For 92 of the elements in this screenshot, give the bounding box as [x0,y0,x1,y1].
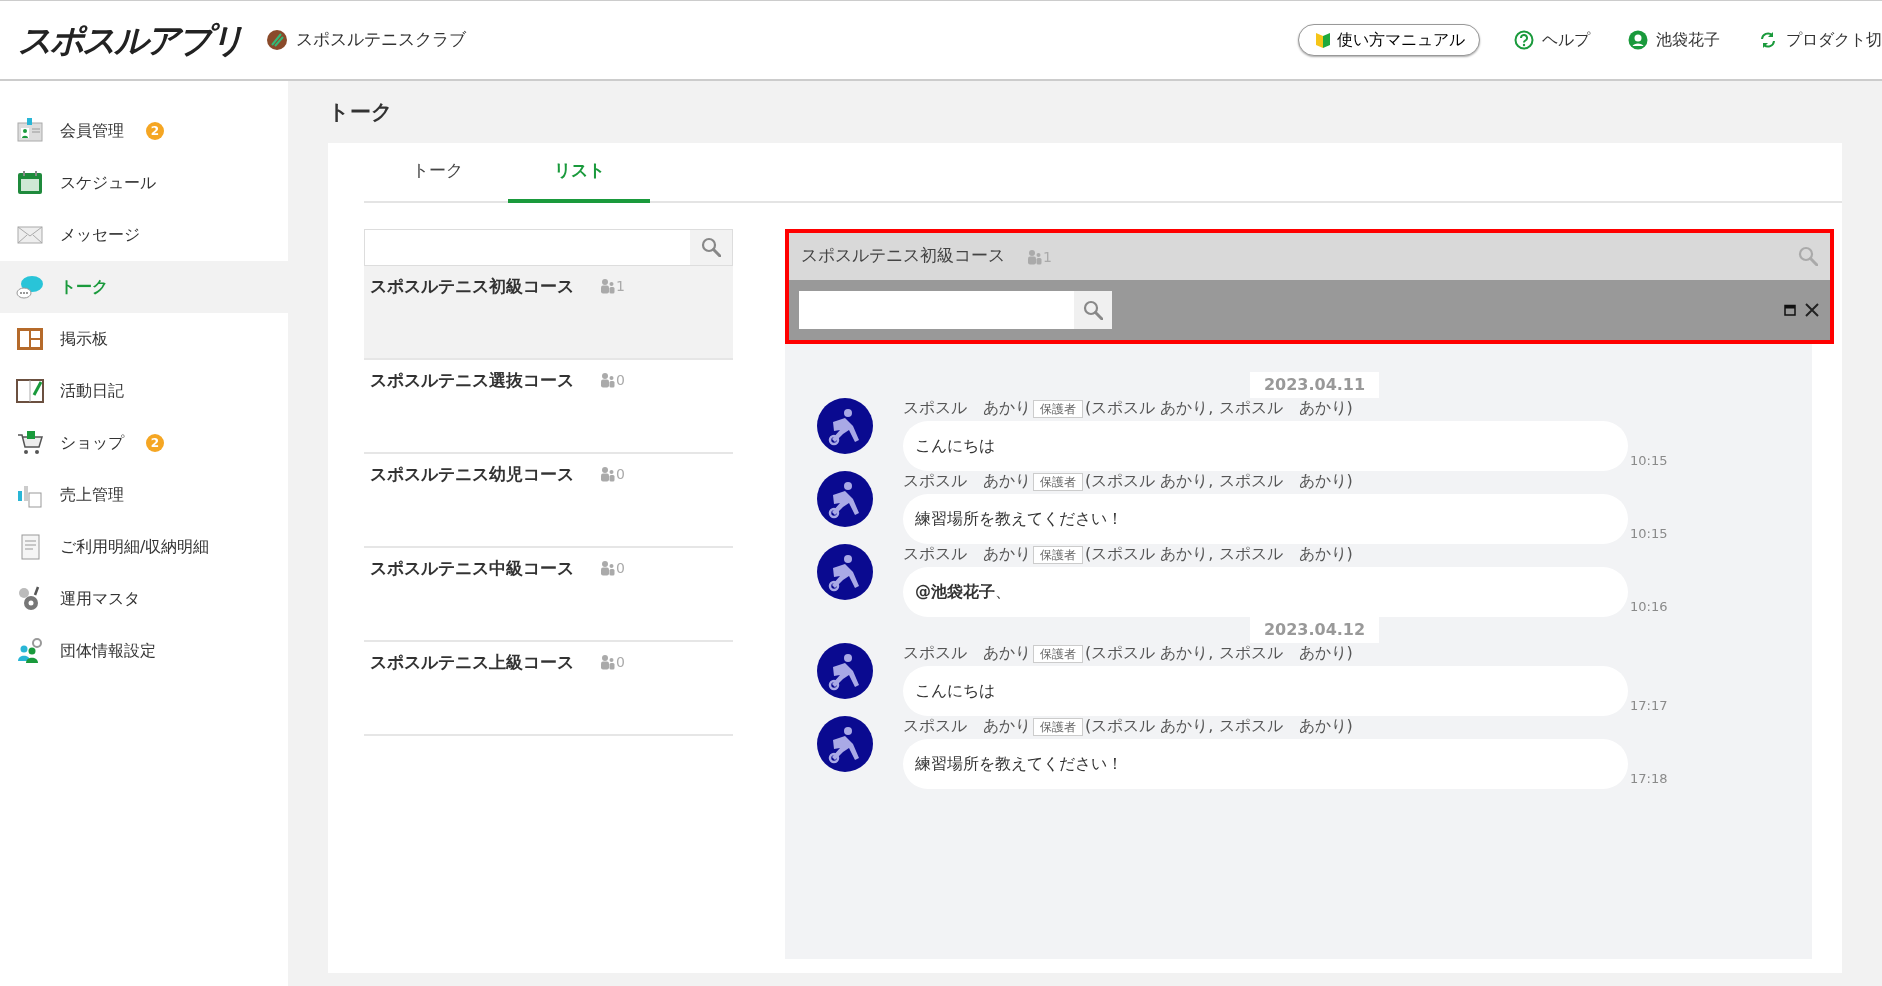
sidebar-item[interactable]: 運用マスタ [0,573,288,625]
role-tag: 保護者 [1033,717,1083,736]
search-button[interactable] [690,229,732,265]
search-icon [701,237,721,257]
sender-detail: (スポスル あかり, スポスル あかり) [1085,715,1353,735]
member-count: 0 [616,558,625,578]
message-time: 10:16 [1630,598,1668,616]
member-count: 0 [616,464,625,484]
tab[interactable]: トーク [366,142,508,203]
people-icon [600,372,615,388]
player-avatar-icon [817,397,873,454]
message-bubble: @池袋花子、 [903,566,1628,617]
player-avatar-icon [817,543,873,600]
product-switch-link[interactable]: プロダクト切 [1758,28,1882,52]
talk-list-item[interactable]: スポスルテニス選抜コース 0 [364,359,733,454]
sidebar-item[interactable]: メッセージ [0,209,288,261]
sidebar-item[interactable]: 掲示板 [0,313,288,365]
player-avatar-icon [817,715,873,772]
help-link[interactable]: ヘルプ [1514,28,1590,52]
user-menu[interactable]: 池袋花子 [1628,28,1720,52]
talk-list-item[interactable]: スポスルテニス幼児コース 0 [364,453,733,548]
beginner-mark-icon [1313,30,1333,50]
sidebar-item[interactable]: ご利用明細/収納明細 [0,521,288,573]
notebook-icon [16,377,44,405]
sender-name: スポスル あかり [903,470,1031,490]
search-icon [1798,246,1818,266]
sender-name: スポスル あかり [903,642,1031,662]
role-tag: 保護者 [1033,644,1083,663]
page-title: トーク [327,99,394,126]
member-count: 0 [616,652,625,672]
close-button[interactable] [1804,301,1820,318]
member-count: 1 [616,276,625,296]
people-icon [1027,249,1042,265]
sender-detail: (スポスル あかり, スポスル あかり) [1085,397,1353,417]
sender-detail: (スポスル あかり, スポスル あかり) [1085,543,1353,563]
people-icon [600,278,615,294]
help-icon [1514,30,1534,50]
sidebar-item[interactable]: 会員管理 2 [0,105,288,157]
player-avatar-icon [817,642,873,699]
calendar-button[interactable] [1784,303,1796,316]
message-time: 10:15 [1630,525,1668,543]
count-badge: 2 [146,122,164,140]
sender-detail: (スポスル あかり, スポスル あかり) [1085,470,1353,490]
date-label: 2023.04.11 [1249,371,1380,398]
people-icon [600,466,615,482]
shopping-cart-icon [16,429,44,457]
calendar-icon [1784,303,1796,316]
group-settings-icon [16,637,44,665]
sender-name: スポスル あかり [903,397,1031,417]
message-bubble: 練習場所を教えてください！ [903,738,1628,789]
member-count: 0 [616,370,625,390]
message-time: 17:17 [1630,697,1668,715]
speech-bubbles-icon [16,273,44,301]
role-tag: 保護者 [1033,545,1083,564]
message-time: 17:18 [1630,770,1668,788]
sidebar-item[interactable]: 団体情報設定 [0,625,288,677]
sidebar-item[interactable]: スケジュール [0,157,288,209]
club-name: スポスルテニスクラブ [296,28,466,52]
search-button[interactable] [1798,246,1818,266]
talk-list-item[interactable]: スポスルテニス上級コース 0 [364,641,733,736]
refresh-icon [1758,30,1778,50]
talk-list-item[interactable]: スポスルテニス中級コース 0 [364,547,733,642]
player-avatar-icon [817,470,873,527]
date-label: 2023.04.12 [1249,616,1380,643]
tab[interactable]: リスト [508,142,650,203]
message-bubble: 練習場所を教えてください！ [903,493,1628,544]
sender-name: スポスル あかり [903,715,1031,735]
people-icon [600,654,615,670]
role-tag: 保護者 [1033,472,1083,491]
sender-name: スポスル あかり [903,543,1031,563]
search-button[interactable] [1074,290,1112,329]
count-badge: 2 [146,434,164,452]
app-logo: スポスルアプリ [18,18,242,62]
sender-detail: (スポスル あかり, スポスル あかり) [1085,642,1353,662]
message-bubble: こんにちは [903,665,1628,716]
sidebar-item[interactable]: 活動日記 [0,365,288,417]
sidebar-item[interactable]: ショップ 2 [0,417,288,469]
list-search-field[interactable] [364,228,733,266]
people-icon [600,560,615,576]
message-bubble: こんにちは [903,420,1628,471]
member-card-icon [16,117,44,145]
bulletin-board-icon [16,325,44,353]
calendar-icon [16,169,44,197]
message-time: 10:15 [1630,452,1668,470]
talk-list-item[interactable]: スポスルテニス初級コース 1 [364,265,733,360]
user-icon [1628,30,1648,50]
sidebar-item[interactable]: 売上管理 [0,469,288,521]
manual-button[interactable]: 使い方マニュアル [1298,24,1480,56]
close-icon [1804,301,1820,318]
chat-title: スポスルテニス初級コース [801,244,1005,268]
search-icon [1083,299,1103,320]
role-tag: 保護者 [1033,399,1083,418]
